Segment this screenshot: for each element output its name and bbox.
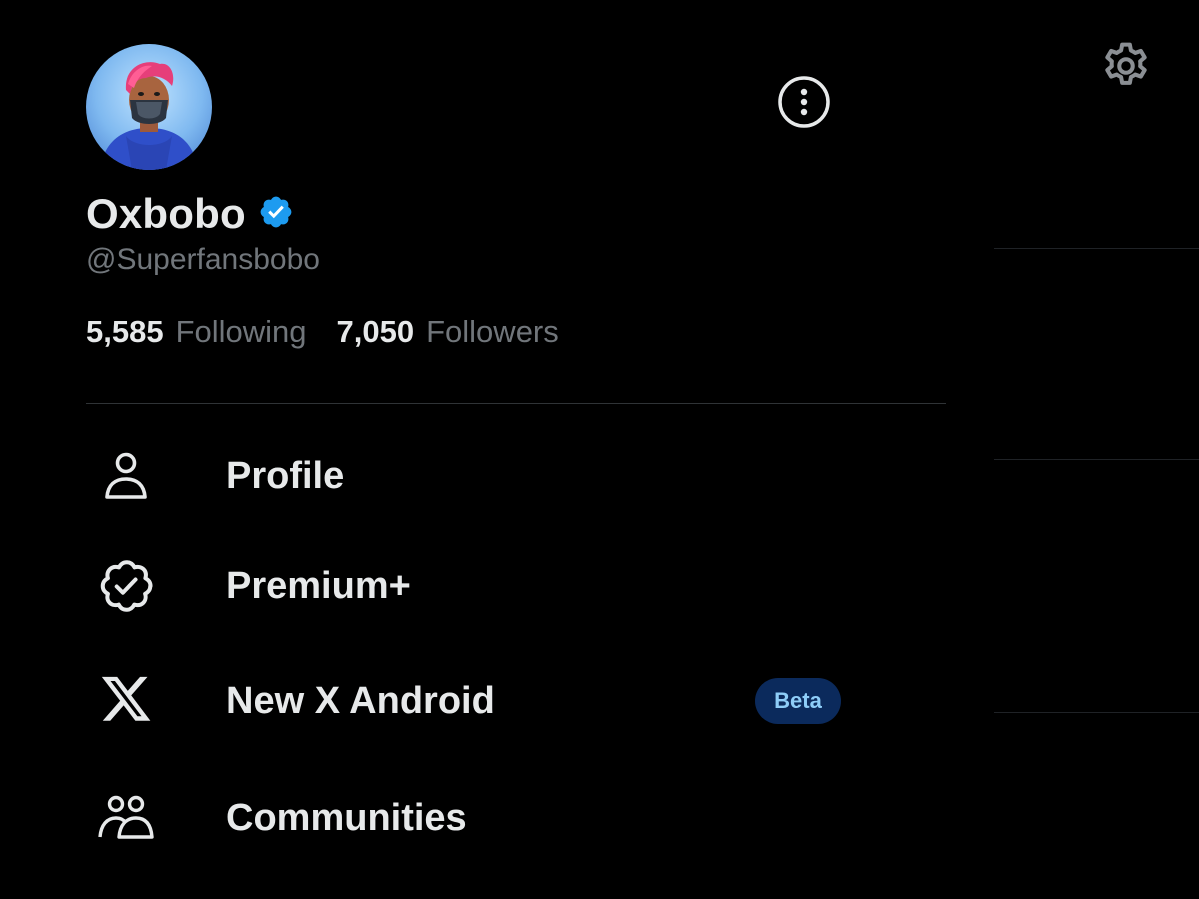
x-logo-icon bbox=[86, 661, 166, 741]
app-screen: Oxbobo @Superfansbobo 5,585 Following 7,… bbox=[0, 0, 1199, 899]
avatar[interactable] bbox=[86, 44, 212, 170]
background-divider bbox=[994, 712, 1199, 713]
background-divider bbox=[994, 248, 1199, 249]
person-icon bbox=[86, 436, 166, 516]
menu-item-profile[interactable]: Profile bbox=[86, 436, 946, 516]
followers-count[interactable]: 7,050 bbox=[337, 314, 415, 350]
menu-item-new-x-android[interactable]: New X Android Beta bbox=[86, 661, 946, 741]
follow-stats: 5,585 Following 7,050 Followers bbox=[86, 314, 589, 350]
drawer-divider bbox=[86, 403, 946, 404]
profile-handle: @Superfansbobo bbox=[86, 243, 320, 276]
menu-item-label: New X Android bbox=[226, 679, 495, 722]
verified-outline-icon bbox=[86, 546, 166, 626]
menu-item-premium[interactable]: Premium+ bbox=[86, 546, 946, 626]
menu-item-communities[interactable]: Communities bbox=[86, 778, 946, 858]
settings-button[interactable] bbox=[1098, 40, 1154, 96]
people-icon bbox=[86, 778, 166, 858]
background-divider bbox=[994, 459, 1199, 460]
following-label[interactable]: Following bbox=[176, 314, 307, 350]
more-vertical-icon bbox=[777, 75, 831, 134]
beta-badge: Beta bbox=[755, 678, 841, 724]
menu-item-label: Premium+ bbox=[226, 564, 411, 607]
menu-item-label: Profile bbox=[226, 454, 345, 497]
side-drawer: Oxbobo @Superfansbobo 5,585 Following 7,… bbox=[0, 0, 994, 899]
followers-label[interactable]: Followers bbox=[426, 314, 559, 350]
menu-item-label: Communities bbox=[226, 796, 467, 839]
following-count[interactable]: 5,585 bbox=[86, 314, 164, 350]
background-timeline bbox=[994, 0, 1199, 899]
more-options-button[interactable] bbox=[776, 75, 832, 134]
avatar-image bbox=[86, 44, 212, 170]
gear-icon bbox=[1099, 39, 1153, 98]
profile-name-row: Oxbobo bbox=[86, 190, 294, 238]
display-name[interactable]: Oxbobo bbox=[86, 190, 246, 238]
verified-badge-icon bbox=[258, 194, 294, 235]
